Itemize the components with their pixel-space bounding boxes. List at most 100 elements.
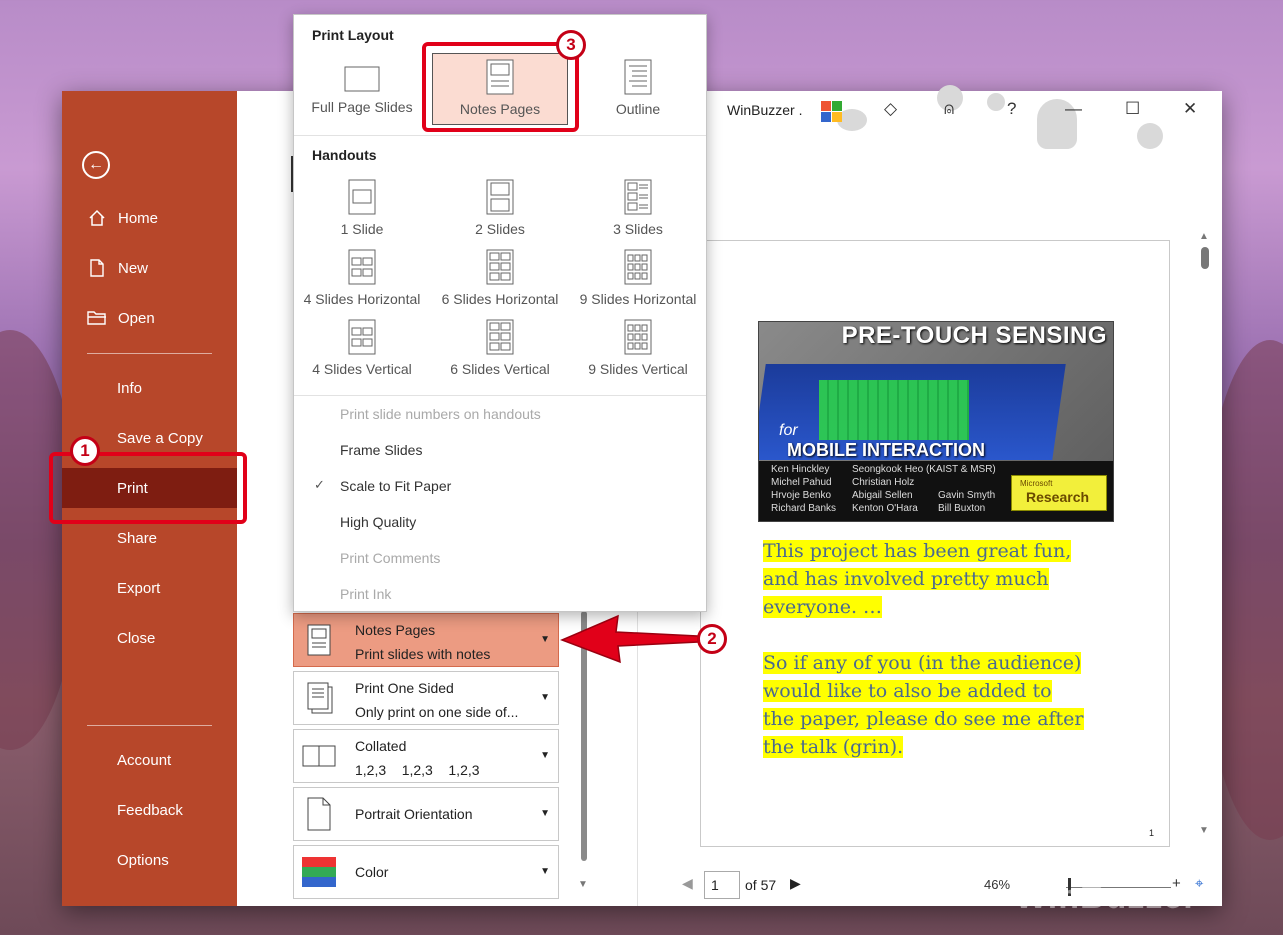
close-icon[interactable]: ✕ [1183,99,1197,119]
app-logo-icon [819,99,845,130]
nav-info[interactable]: Info [62,368,237,408]
nav-separator [87,725,212,726]
handout-4-icon [348,249,376,285]
print-preview-page: PRE-TOUCH SENSING for MOBILE INTERACTION… [700,240,1170,847]
notes-pages-icon [302,623,336,657]
author: Seongkook Heo (KAIST & MSR) [852,464,996,475]
diamond-icon[interactable]: ◇ [884,99,897,119]
option-frame-slides[interactable]: Frame Slides [340,442,422,458]
chevron-down-icon: ▼ [540,692,550,703]
handout-9-icon [624,249,652,285]
author: Hrvoje Benko [771,490,832,501]
layout-full-page-slides[interactable]: Full Page Slides [294,65,430,115]
home-icon [86,209,108,227]
notes-line: the paper, please do see me after [763,708,1084,730]
window-title: WinBuzzer . [727,102,803,118]
slide-authors: Ken Hinckley Seongkook Heo (KAIST & MSR)… [759,461,1113,521]
page-input[interactable]: 1 [704,871,740,899]
slide-subtitle: MOBILE INTERACTION [787,440,985,460]
option-print-slide-numbers[interactable]: Print slide numbers on handouts [340,406,541,422]
print-layout-setting[interactable]: Notes Pages Print slides with notes ▼ [293,613,559,667]
scroll-up-icon[interactable]: ▲ [1199,231,1209,242]
portrait-page-icon [302,797,336,831]
chevron-down-icon: ▼ [540,808,550,819]
handout-9-horizontal[interactable]: 9 Slides Horizontal [570,249,706,307]
zoom-level[interactable]: 46% [984,877,1010,892]
handout-1-icon [348,179,376,215]
option-scale-to-fit-paper[interactable]: Scale to Fit Paper [340,478,451,494]
nav-account[interactable]: Account [62,740,237,780]
previous-page-icon[interactable]: ◀ [682,875,693,892]
author: Abigail Sellen [852,490,913,501]
layout-outline[interactable]: Outline [570,59,706,117]
chevron-down-icon: ▼ [540,634,550,645]
slide-thumbnail: PRE-TOUCH SENSING for MOBILE INTERACTION… [758,321,1114,522]
folder-icon [86,310,108,326]
author: Kenton O'Hara [852,503,918,514]
handout-3-icon [624,179,652,215]
author: Gavin Smyth [938,490,996,501]
slide-title: PRE-TOUCH SENSING [841,322,1107,349]
full-page-slide-icon [344,66,380,92]
author: Christian Holz [852,477,915,488]
nav-new[interactable]: New [62,248,237,288]
color-swatch-icon [302,855,336,889]
handout-1-slide[interactable]: 1 Slide [294,179,430,237]
scroll-down-icon[interactable]: ▼ [578,879,588,890]
handout-6-vertical[interactable]: 6 Slides Vertical [432,319,568,377]
handout-4v-icon [348,319,376,355]
nav-options[interactable]: Options [62,840,237,880]
handout-6v-icon [486,319,514,355]
nav-share[interactable]: Share [62,518,237,558]
handout-9-vertical[interactable]: 9 Slides Vertical [570,319,706,377]
maximize-icon[interactable]: ☐ [1125,99,1140,119]
handouts-heading: Handouts [312,147,377,163]
annotation-box-notes-pages [422,42,579,132]
option-print-ink[interactable]: Print Ink [340,586,391,602]
color-setting[interactable]: Color ▼ [293,845,559,899]
nav-open[interactable]: Open [62,298,237,338]
annotation-badge-1: 1 [70,436,100,466]
preview-scrollbar[interactable]: ▲ ▼ [1198,231,1212,841]
handout-6-horizontal[interactable]: 6 Slides Horizontal [432,249,568,307]
nav-feedback[interactable]: Feedback [62,790,237,830]
option-high-quality[interactable]: High Quality [340,514,416,530]
notes-line: everyone. … [763,596,883,618]
nav-home[interactable]: Home [62,198,237,238]
microsoft-research-logo: Microsoft Research [1011,475,1107,511]
speaker-notes: This project has been great fun, and has… [763,537,1123,789]
sides-setting[interactable]: Print One Sided Only print on one side o… [293,671,559,725]
page-count: of 57 [745,877,777,893]
annotation-arrow [560,614,699,664]
notes-line: the talk (grin). [763,736,904,758]
next-page-icon[interactable]: ▶ [790,875,801,892]
back-arrow-icon[interactable]: ← [82,151,110,179]
handout-4-horizontal[interactable]: 4 Slides Horizontal [294,249,430,307]
handout-4-vertical[interactable]: 4 Slides Vertical [294,319,430,377]
decor-bubble [1137,123,1163,149]
popup-separator [294,135,706,136]
nav-export[interactable]: Export [62,568,237,608]
minimize-icon[interactable]: — [1065,99,1082,119]
orientation-setting[interactable]: Portrait Orientation ▼ [293,787,559,841]
decor-bubble [987,93,1005,111]
help-icon[interactable]: ? [1007,99,1016,119]
chevron-down-icon: ▼ [540,866,550,877]
one-sided-icon [302,681,336,715]
option-print-comments[interactable]: Print Comments [340,550,440,566]
handout-3-slides[interactable]: 3 Slides [570,179,706,237]
author: Richard Banks [771,503,837,514]
outline-icon [624,59,652,95]
nav-close[interactable]: Close [62,618,237,658]
popup-separator [294,395,706,396]
coauthor-icon[interactable]: ⍝ [944,99,954,119]
collation-setting[interactable]: Collated 1,2,3 1,2,3 1,2,3 ▼ [293,729,559,783]
annotation-badge-3: 3 [556,30,586,60]
handout-6-icon [486,249,514,285]
notes-line: and has involved pretty much [763,568,1049,590]
scrollbar-thumb[interactable] [1201,247,1209,269]
handout-2-slides[interactable]: 2 Slides [432,179,568,237]
annotation-badge-2: 2 [697,624,727,654]
scroll-down-icon[interactable]: ▼ [1199,825,1209,836]
checkmark-icon: ✓ [314,477,325,492]
